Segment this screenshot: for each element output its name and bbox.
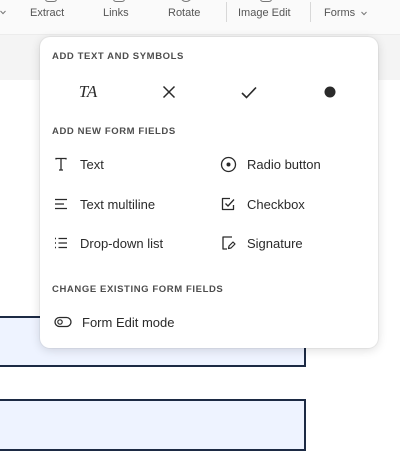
toolbar-forms-label: Forms (324, 7, 356, 19)
add-dropdown-list-label: Drop-down list (80, 235, 164, 251)
rotate-icon (180, 0, 192, 2)
add-dropdown-list-field[interactable]: Drop-down list (52, 232, 163, 254)
radio-button-icon (219, 155, 237, 173)
text-multiline-icon (52, 195, 70, 213)
toolbar-extract[interactable]: Extract (30, 0, 72, 35)
add-text-annotation-button[interactable]: TA (73, 80, 103, 104)
add-checkbox-field[interactable]: Checkbox (219, 193, 305, 215)
add-text-multiline-field[interactable]: Text multiline (52, 193, 155, 215)
chevron-down-icon (0, 10, 6, 15)
toolbar-separator (310, 2, 311, 22)
text-annotation-icon: TA (79, 82, 98, 102)
add-signature-field[interactable]: Signature (219, 232, 303, 254)
toolbar: Extract Links Rotate Image Edit Forms (0, 0, 400, 35)
forms-menu: ADD TEXT AND SYMBOLS TA ADD NEW FORM FIE… (40, 37, 378, 348)
toggle-icon (54, 313, 72, 331)
toolbar-image-edit[interactable]: Image Edit (238, 0, 296, 35)
add-signature-label: Signature (247, 235, 303, 251)
checkbox-icon (219, 195, 237, 213)
dot-icon (324, 86, 336, 98)
toolbar-rotate-label: Rotate (168, 7, 201, 19)
section-heading-text-symbols: ADD TEXT AND SYMBOLS (52, 51, 184, 62)
toolbar-separator (226, 2, 227, 22)
toolbar-image-edit-label: Image Edit (238, 7, 291, 19)
links-icon (113, 0, 125, 2)
signature-icon (219, 234, 237, 252)
toolbar-extract-label: Extract (30, 7, 65, 19)
chevron-down-icon (361, 11, 367, 16)
form-edit-mode-label: Form Edit mode (82, 314, 175, 330)
add-text-field-label: Text (80, 156, 104, 172)
add-checkbox-label: Checkbox (247, 196, 305, 212)
extract-icon (45, 0, 57, 2)
add-text-field[interactable]: Text (52, 153, 104, 175)
form-edit-mode-item[interactable]: Form Edit mode (54, 311, 174, 333)
cross-mark-icon (162, 85, 176, 99)
add-radio-button-label: Radio button (247, 156, 321, 172)
text-annotation-label: TA (78, 82, 98, 101)
check-mark-icon (241, 86, 257, 99)
toolbar-links-label: Links (103, 7, 129, 19)
dropdown-list-icon (52, 234, 70, 252)
add-dot-button[interactable] (315, 80, 345, 104)
toolbar-rotate[interactable]: Rotate (168, 0, 204, 35)
add-text-multiline-label: Text multiline (80, 196, 156, 212)
section-heading-existing-fields: CHANGE EXISTING FORM FIELDS (52, 284, 224, 295)
toolbar-forms[interactable]: Forms (324, 0, 370, 35)
add-check-mark-button[interactable] (234, 80, 264, 104)
text-field-icon (52, 155, 70, 173)
form-field-box[interactable] (0, 399, 306, 451)
toolbar-links[interactable]: Links (103, 0, 135, 35)
section-heading-new-fields: ADD NEW FORM FIELDS (52, 126, 176, 137)
add-cross-mark-button[interactable] (154, 80, 184, 104)
image-edit-icon (260, 0, 272, 2)
add-radio-button-field[interactable]: Radio button (219, 153, 321, 175)
